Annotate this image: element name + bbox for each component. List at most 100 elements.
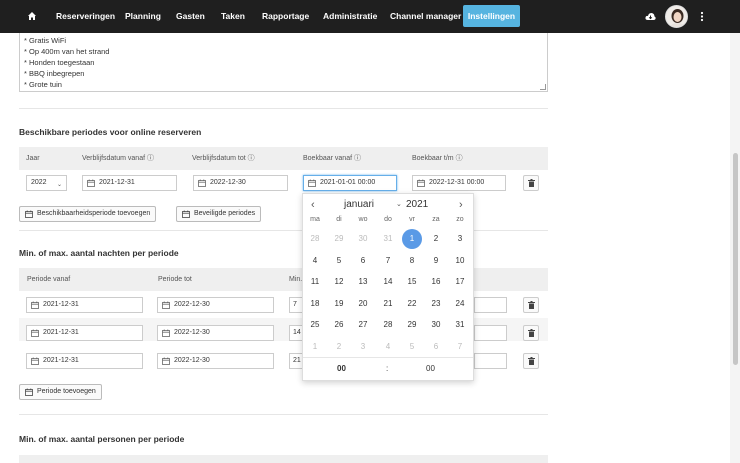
user-avatar[interactable] [665, 5, 688, 28]
add-availability-period-button[interactable]: Beschikbaarheidsperiode toevoegen [19, 206, 157, 222]
calendar-day[interactable]: 4 [378, 337, 398, 357]
calendar-day[interactable]: 2 [329, 337, 349, 357]
bookable-to-input[interactable]: 2022-12-31 00:00 [412, 175, 506, 191]
header-from: Verblijfsdatum vanaf ⓘ [82, 147, 154, 170]
calendar-day[interactable]: 20 [353, 294, 373, 314]
cloud-download-icon[interactable] [645, 12, 656, 21]
scrollbar-thumb[interactable] [733, 153, 738, 365]
bookable-from-input[interactable]: 2021-01-01 00:00 [303, 175, 397, 191]
hour-input[interactable]: 00 [337, 364, 346, 373]
trash-icon [528, 301, 535, 309]
stay-to-input[interactable]: 2022-12-30 [193, 175, 288, 191]
period-to-input[interactable]: 2022-12-30 [157, 297, 274, 313]
calendar-day[interactable]: 5 [402, 337, 422, 357]
weekday-label: za [432, 216, 440, 223]
period-from-input[interactable]: 2021-12-31 [26, 297, 143, 313]
stay-from-input[interactable]: 2021-12-31 [82, 175, 177, 191]
calendar-day[interactable]: 1 [305, 337, 325, 357]
description-textarea[interactable]: * Gratis WiFi * Op 400m van het strand *… [19, 33, 548, 92]
calendar-day[interactable]: 24 [450, 294, 470, 314]
chevron-down-icon[interactable]: ⌄ [396, 200, 402, 208]
min-nights-input[interactable]: 14 [289, 325, 303, 341]
nav-reserveringen[interactable]: Reserveringen [56, 0, 115, 33]
min-nights-value: 21 [293, 357, 301, 364]
previous-month-icon[interactable]: ‹ [311, 199, 315, 211]
year-select[interactable]: 2022 ⌄ [26, 175, 67, 191]
calendar-day[interactable]: 4 [305, 251, 325, 271]
delete-nights-row-button[interactable] [523, 325, 539, 341]
period-to-input[interactable]: 2022-12-30 [157, 325, 274, 341]
nav-taken[interactable]: Taken [221, 0, 245, 33]
nav-gasten[interactable]: Gasten [176, 0, 205, 33]
nav-instellingen[interactable]: Instellingen [463, 5, 520, 27]
calendar-day[interactable]: 30 [426, 315, 446, 335]
calendar-day[interactable]: 6 [426, 337, 446, 357]
calendar-day[interactable]: 21 [378, 294, 398, 314]
calendar-day[interactable]: 27 [353, 315, 373, 335]
trash-icon [528, 179, 535, 187]
header-bookable-to: Boekbaar t/m ⓘ [412, 147, 463, 170]
calendar-day[interactable]: 7 [450, 337, 470, 357]
max-nights-input[interactable] [474, 325, 507, 341]
calendar-day[interactable]: 31 [450, 315, 470, 335]
calendar-day[interactable]: 19 [329, 294, 349, 314]
calendar-day[interactable]: 25 [305, 315, 325, 335]
secure-periods-button[interactable]: Beveiligde periodes [176, 206, 262, 222]
calendar-day[interactable]: 28 [305, 229, 325, 249]
help-icon[interactable]: ⓘ [248, 155, 255, 162]
calendar-day[interactable]: 9 [426, 251, 446, 271]
minute-input[interactable]: 00 [426, 364, 435, 373]
calendar-day[interactable]: 2 [426, 229, 446, 249]
period-to-input[interactable]: 2022-12-30 [157, 353, 274, 369]
add-period-button[interactable]: Periode toevoegen [19, 384, 102, 400]
resize-handle[interactable] [540, 84, 546, 90]
calendar-day[interactable]: 12 [329, 272, 349, 292]
home-icon[interactable] [27, 11, 37, 21]
calendar-day[interactable]: 22 [402, 294, 422, 314]
nav-channel-manager[interactable]: Channel manager [390, 0, 461, 33]
calendar-day[interactable]: 23 [426, 294, 446, 314]
nav-planning[interactable]: Planning [125, 0, 161, 33]
help-icon[interactable]: ⓘ [354, 155, 361, 162]
period-from-input[interactable]: 2021-12-31 [26, 325, 143, 341]
calendar-day[interactable]: 28 [378, 315, 398, 335]
calendar-day[interactable]: 18 [305, 294, 325, 314]
month-select[interactable]: januari [344, 199, 374, 210]
min-nights-input[interactable]: 7 [289, 297, 303, 313]
divider [19, 108, 548, 109]
nav-administratie[interactable]: Administratie [323, 0, 377, 33]
max-nights-input[interactable] [474, 353, 507, 369]
calendar-day[interactable]: 5 [329, 251, 349, 271]
more-vertical-icon[interactable] [700, 11, 704, 22]
max-nights-input[interactable] [474, 297, 507, 313]
min-nights-input[interactable]: 21 [289, 353, 303, 369]
delete-period-button[interactable] [523, 175, 539, 191]
calendar-day[interactable]: 16 [426, 272, 446, 292]
year-input[interactable]: 2021 [406, 199, 428, 210]
time-separator: : [386, 364, 389, 373]
calendar-day[interactable]: 17 [450, 272, 470, 292]
calendar-day[interactable]: 30 [353, 229, 373, 249]
calendar-day[interactable]: 3 [450, 229, 470, 249]
calendar-day[interactable]: 31 [378, 229, 398, 249]
help-icon[interactable]: ⓘ [147, 155, 154, 162]
calendar-day[interactable]: 3 [353, 337, 373, 357]
period-from-input[interactable]: 2021-12-31 [26, 353, 143, 369]
delete-nights-row-button[interactable] [523, 297, 539, 313]
calendar-day[interactable]: 29 [402, 315, 422, 335]
calendar-day[interactable]: 10 [450, 251, 470, 271]
calendar-day[interactable]: 6 [353, 251, 373, 271]
calendar-day[interactable]: 7 [378, 251, 398, 271]
calendar-day[interactable]: 26 [329, 315, 349, 335]
calendar-day[interactable]: 11 [305, 272, 325, 292]
calendar-day[interactable]: 29 [329, 229, 349, 249]
nav-rapportage[interactable]: Rapportage [262, 0, 309, 33]
help-icon[interactable]: ⓘ [456, 155, 463, 162]
delete-nights-row-button[interactable] [523, 353, 539, 369]
calendar-day[interactable]: 13 [353, 272, 373, 292]
calendar-day[interactable]: 14 [378, 272, 398, 292]
next-month-icon[interactable]: › [459, 199, 463, 211]
calendar-day-selected[interactable]: 1 [402, 229, 422, 249]
calendar-day[interactable]: 15 [402, 272, 422, 292]
calendar-day[interactable]: 8 [402, 251, 422, 271]
